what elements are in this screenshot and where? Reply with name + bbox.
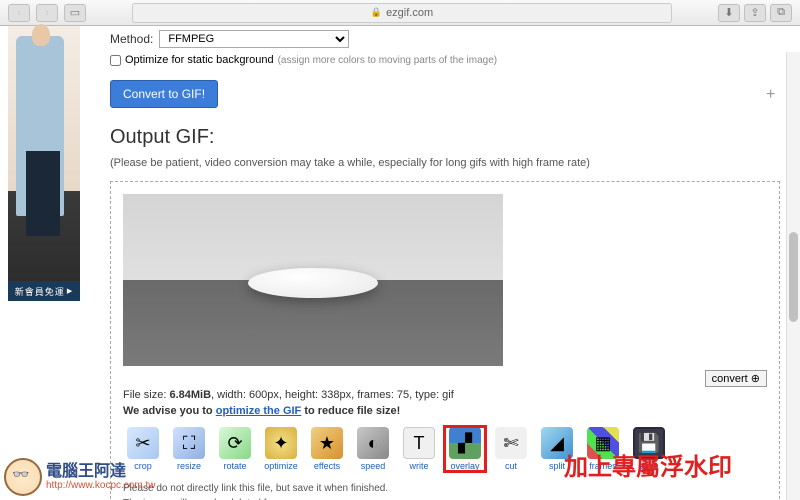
sidebar-toggle[interactable]: ▭ — [64, 4, 86, 22]
tool-cut[interactable]: ✄cut — [491, 427, 531, 471]
annotation-text: 加上專屬浮水印 — [564, 447, 732, 482]
tool-resize[interactable]: ⛶resize — [169, 427, 209, 471]
patience-note: (Please be patient, video conversion may… — [110, 157, 780, 169]
cut-icon: ✄ — [495, 427, 527, 459]
gif-preview-image — [123, 194, 503, 366]
download-button[interactable]: ⬇ — [718, 4, 740, 22]
watermark-title: 電腦王阿達 — [46, 463, 155, 481]
ad-caption: 新會員免運 — [8, 281, 80, 301]
optimize-icon: ✦ — [265, 427, 297, 459]
watermark-avatar — [4, 458, 42, 496]
resize-icon: ⛶ — [173, 427, 205, 459]
tabs-button[interactable]: ⧉ — [770, 4, 792, 22]
convert-small-button[interactable]: convert ⊕ — [705, 370, 767, 387]
method-label: Method: — [110, 32, 153, 46]
effects-icon: ★ — [311, 427, 343, 459]
tool-effects[interactable]: ★effects — [307, 427, 347, 471]
optimize-label: Optimize for static background — [125, 54, 274, 66]
rotate-icon: ⟳ — [219, 427, 251, 459]
optimize-link[interactable]: optimize the GIF — [216, 405, 302, 417]
speed-icon: ◐ — [357, 427, 389, 459]
url-text: ezgif.com — [386, 7, 433, 19]
footer-notes: Please do not directly link this file, b… — [123, 481, 767, 500]
tool-optimize[interactable]: ✦optimize — [261, 427, 301, 471]
tool-speed[interactable]: ◐speed — [353, 427, 393, 471]
method-select[interactable]: FFMPEG — [159, 30, 349, 48]
back-button[interactable]: ‹ — [8, 4, 30, 22]
watermark-url: http://www.kocpc.com.tw — [46, 480, 155, 491]
sidebar-advertisement[interactable]: 新會員免運 — [8, 26, 80, 301]
browser-toolbar: ‹ › ▭ 🔒 ezgif.com ⬇ ⇪ ⧉ — [0, 0, 800, 26]
lock-icon: 🔒 — [371, 7, 382, 18]
watermark: 電腦王阿達 http://www.kocpc.com.tw — [4, 458, 155, 496]
overlay-icon: ▞ — [449, 427, 481, 459]
write-icon: T — [403, 427, 435, 459]
scrollbar-thumb[interactable] — [789, 232, 798, 322]
optimize-advice: We advise you to optimize the GIF to red… — [123, 405, 767, 417]
scrollbar[interactable] — [786, 52, 800, 500]
optimize-hint: (assign more colors to moving parts of t… — [278, 55, 498, 66]
file-info: File size: 6.84MiB, width: 600px, height… — [123, 389, 767, 401]
expand-icon[interactable]: + — [766, 86, 782, 102]
ad-image — [8, 26, 80, 276]
main-content: Method: FFMPEG Optimize for static backg… — [80, 26, 800, 500]
tool-overlay[interactable]: ▞overlay — [445, 427, 485, 471]
convert-button[interactable]: Convert to GIF! — [110, 80, 218, 108]
address-bar[interactable]: 🔒 ezgif.com — [132, 3, 672, 23]
tool-write[interactable]: Twrite — [399, 427, 439, 471]
output-heading: Output GIF: — [110, 126, 780, 149]
forward-button[interactable]: › — [36, 4, 58, 22]
share-button[interactable]: ⇪ — [744, 4, 766, 22]
crop-icon: ✂ — [127, 427, 159, 459]
tool-rotate[interactable]: ⟳rotate — [215, 427, 255, 471]
optimize-checkbox[interactable] — [110, 55, 121, 66]
